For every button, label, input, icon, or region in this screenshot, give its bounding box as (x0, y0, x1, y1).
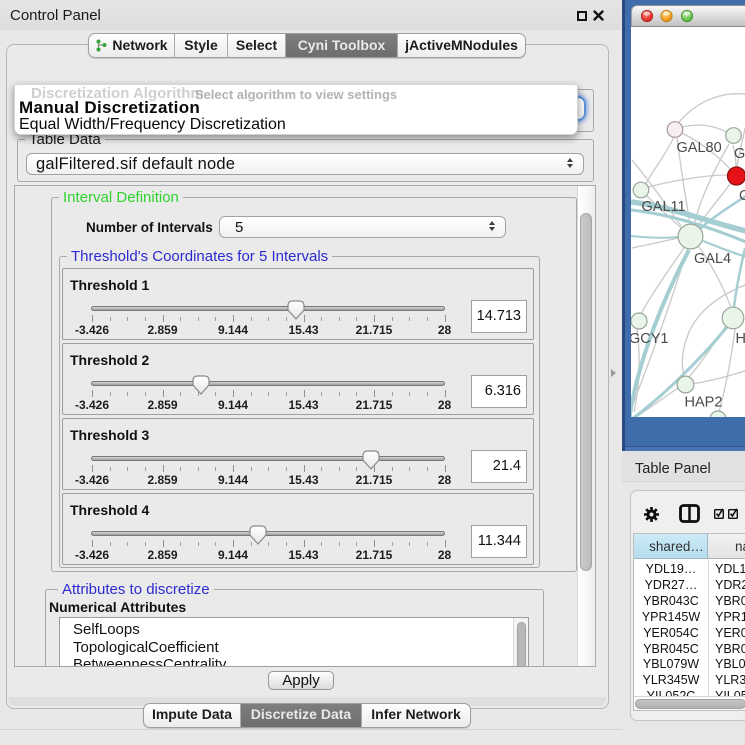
svg-text:GCY1: GCY1 (631, 331, 669, 347)
svg-text:GAL80: GAL80 (677, 140, 722, 156)
svg-text:GA: GA (734, 146, 745, 162)
svg-text:HAP2: HAP2 (685, 395, 723, 411)
svg-text:C: C (739, 188, 745, 204)
svg-text:GAL4: GAL4 (694, 251, 731, 267)
svg-text:GAL11: GAL11 (642, 199, 686, 215)
svg-text:HI: HI (736, 331, 745, 347)
